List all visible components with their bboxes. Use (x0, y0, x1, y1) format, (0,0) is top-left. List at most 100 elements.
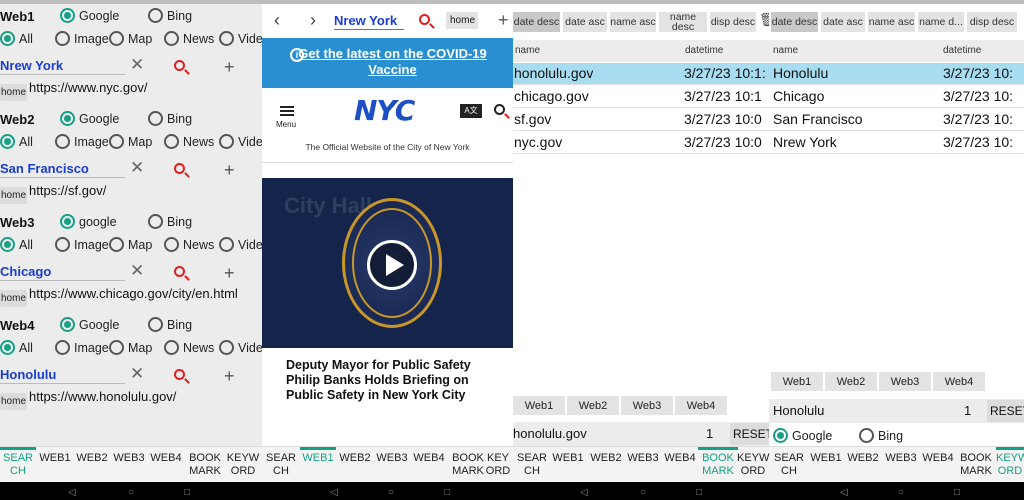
nyc-logo[interactable]: NYC (354, 94, 415, 127)
nav-search[interactable]: SEAR CH (263, 452, 299, 478)
keyword-field[interactable]: San Francisco (0, 161, 125, 178)
edit-input[interactable]: honolulu.gov (513, 426, 587, 441)
sort-date-asc[interactable]: date asc (821, 12, 865, 32)
nav-search[interactable]: SEAR CH (514, 452, 550, 478)
nav-web2[interactable]: WEB2 (74, 452, 110, 465)
recents-icon[interactable]: □ (184, 487, 190, 498)
engine-google-radio[interactable]: Google (773, 428, 832, 443)
table-row[interactable]: Honolulu 3/27/23 10: (769, 63, 1024, 85)
nav-search[interactable]: SEAR CH (0, 452, 36, 478)
home-button[interactable]: home (0, 187, 28, 204)
web3-button[interactable]: Web3 (621, 396, 673, 415)
clear-icon[interactable]: ✕ (130, 55, 144, 75)
nav-web2[interactable]: WEB2 (845, 452, 881, 465)
sort-date-asc[interactable]: date asc (563, 12, 607, 32)
sort-name-desc[interactable]: name d... (918, 12, 964, 32)
home-icon[interactable]: ○ (128, 487, 134, 498)
clear-icon[interactable]: ✕ (130, 364, 144, 384)
filter-map-radio[interactable]: Map (109, 237, 152, 252)
filter-all-radio[interactable]: All (0, 134, 33, 149)
filter-video-radio[interactable]: Video (219, 134, 262, 149)
web2-button[interactable]: Web2 (825, 372, 877, 391)
nav-bookmark[interactable]: BOOK MARK (187, 452, 223, 478)
table-row[interactable]: San Francisco 3/27/23 10: (769, 109, 1024, 131)
sort-date-desc[interactable]: date desc (771, 12, 818, 32)
keyword-field[interactable]: Chicago (0, 264, 125, 281)
col-datetime[interactable]: datetime (943, 45, 981, 56)
engine-google-radio[interactable]: google (60, 214, 117, 229)
home-button[interactable]: home (0, 290, 28, 307)
web1-button[interactable]: Web1 (771, 372, 823, 391)
filter-video-radio[interactable]: Video (219, 31, 262, 46)
search-icon[interactable] (494, 104, 505, 115)
nav-bookmark[interactable]: BOOK MARK (958, 452, 994, 478)
engine-bing-radio[interactable]: Bing (148, 317, 192, 332)
filter-news-radio[interactable]: News (164, 31, 214, 46)
engine-bing-radio[interactable]: Bing (859, 428, 903, 443)
play-icon[interactable] (367, 240, 417, 290)
engine-bing-radio[interactable]: Bing (148, 111, 192, 126)
col-name[interactable]: name (515, 45, 540, 56)
web4-button[interactable]: Web4 (933, 372, 985, 391)
nav-web2[interactable]: WEB2 (337, 452, 373, 465)
nav-bookmark[interactable]: BOOK MARK (700, 452, 736, 478)
hamburger-icon[interactable] (280, 106, 294, 108)
sort-name-asc[interactable]: name asc (610, 12, 656, 32)
reset-button[interactable]: RESET (987, 400, 1024, 422)
nav-keyword[interactable]: KEYW ORD (225, 452, 261, 478)
engine-bing-radio[interactable]: Bing (148, 214, 192, 229)
nav-web1[interactable]: WEB1 (550, 452, 586, 465)
recents-icon[interactable]: □ (954, 487, 960, 498)
home-button[interactable]: home (0, 84, 28, 101)
nav-web4[interactable]: WEB4 (411, 452, 447, 465)
filter-image-radio[interactable]: Image (55, 31, 109, 46)
table-row[interactable]: Nrew York 3/27/23 10: (769, 132, 1024, 154)
nav-web3[interactable]: WEB3 (625, 452, 661, 465)
nav-web3[interactable]: WEB3 (111, 452, 147, 465)
home-button[interactable]: home (0, 393, 28, 410)
add-icon[interactable]: + (498, 10, 509, 31)
add-icon[interactable]: + (224, 160, 235, 181)
filter-map-radio[interactable]: Map (109, 134, 152, 149)
url-field[interactable]: https://www.nyc.gov/ (29, 80, 148, 95)
nav-web3[interactable]: WEB3 (883, 452, 919, 465)
covid-banner[interactable]: i Get the latest on the COVID-19 Vaccine (262, 38, 513, 88)
nav-bookmark[interactable]: BOOK MARK (450, 452, 486, 478)
url-field[interactable]: https://www.chicago.gov/city/en.html (29, 286, 238, 301)
engine-google-radio[interactable]: Google (60, 317, 119, 332)
filter-image-radio[interactable]: Image (55, 237, 109, 252)
recents-icon[interactable]: □ (444, 487, 450, 498)
filter-map-radio[interactable]: Map (109, 31, 152, 46)
table-row[interactable]: nyc.gov 3/27/23 10:0 (513, 132, 769, 154)
nav-web1[interactable]: WEB1 (300, 452, 336, 465)
engine-bing-radio[interactable]: Bing (148, 8, 192, 23)
back-icon[interactable]: ◁ (330, 487, 338, 498)
nav-keyword[interactable]: KEYW ORD (996, 452, 1024, 478)
filter-news-radio[interactable]: News (164, 340, 214, 355)
sort-date-desc[interactable]: date desc (513, 12, 560, 32)
add-icon[interactable]: + (224, 263, 235, 284)
url-field[interactable]: https://sf.gov/ (29, 183, 106, 198)
filter-news-radio[interactable]: News (164, 134, 214, 149)
back-icon[interactable]: ◁ (68, 487, 76, 498)
web1-button[interactable]: Web1 (513, 396, 565, 415)
forward-icon[interactable]: › (310, 10, 316, 31)
search-icon[interactable] (419, 14, 430, 25)
home-icon[interactable]: ○ (640, 487, 646, 498)
nav-web1[interactable]: WEB1 (37, 452, 73, 465)
nav-web4[interactable]: WEB4 (662, 452, 698, 465)
menu-label[interactable]: Menu (276, 120, 296, 129)
add-icon[interactable]: + (224, 57, 235, 78)
sort-name-asc[interactable]: name asc (868, 12, 915, 32)
engine-google-radio[interactable]: Google (60, 111, 119, 126)
nav-web2[interactable]: WEB2 (588, 452, 624, 465)
keyword-field[interactable]: Honolulu (0, 367, 125, 384)
home-button[interactable]: home (446, 12, 478, 29)
engine-google-radio[interactable]: Google (60, 8, 119, 23)
filter-map-radio[interactable]: Map (109, 340, 152, 355)
search-icon[interactable] (174, 266, 185, 277)
filter-video-radio[interactable]: Video (219, 237, 262, 252)
add-icon[interactable]: + (224, 366, 235, 387)
back-icon[interactable]: ‹ (274, 10, 280, 31)
col-name[interactable]: name (773, 45, 798, 56)
